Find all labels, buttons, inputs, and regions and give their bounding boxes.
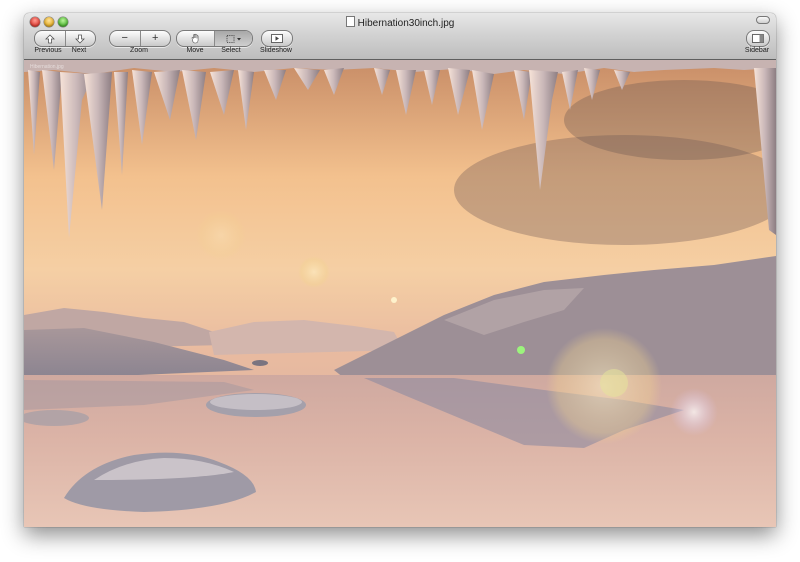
lens-flare	[196, 210, 246, 260]
zoom-in-button[interactable]: +	[139, 31, 171, 46]
sidebar-button-face	[747, 31, 769, 46]
move-button[interactable]	[177, 31, 214, 46]
distant-rock	[252, 360, 268, 366]
window-title-text: Hibernation30inch.jpg	[357, 18, 455, 29]
slideshow-button-face	[262, 31, 292, 46]
zoom-label: Zoom	[130, 47, 148, 54]
toolbar: Hibernation30inch.jpg Previous Next − + …	[24, 13, 776, 60]
select-button[interactable]	[214, 31, 252, 46]
sun-spot	[391, 297, 397, 303]
sidebar-label: Sidebar	[744, 47, 770, 54]
lens-flare-violet	[670, 388, 718, 436]
lens-flare-core	[600, 369, 628, 397]
image-view[interactable]: Hibernation.jpg	[24, 60, 776, 527]
marquee-select-icon	[226, 34, 241, 43]
document-icon	[345, 16, 355, 27]
window-title: Hibernation30inch.jpg	[24, 16, 776, 29]
toolbar-toggle-button[interactable]	[756, 16, 770, 24]
slideshow-label: Slideshow	[260, 47, 292, 54]
zoom-control: − +	[109, 30, 171, 47]
previous-label: Previous	[34, 47, 62, 54]
photo-canvas	[24, 60, 776, 527]
move-label: Move	[186, 47, 204, 54]
select-label: Select	[221, 47, 241, 54]
green-flare	[517, 346, 525, 354]
preview-window: Hibernation30inch.jpg Previous Next − + …	[24, 13, 776, 527]
play-screen-icon	[271, 34, 283, 43]
floating-rock	[210, 394, 302, 410]
image-watermark: Hibernation.jpg	[30, 64, 64, 70]
down-arrow-icon	[75, 34, 86, 44]
previous-button[interactable]	[35, 31, 65, 46]
next-button[interactable]	[64, 31, 96, 46]
lens-flare	[298, 256, 330, 288]
hand-icon	[191, 33, 199, 44]
next-label: Next	[71, 47, 87, 54]
zoom-out-button[interactable]: −	[110, 31, 140, 46]
previous-next-control	[34, 30, 96, 47]
sidebar-icon	[752, 34, 764, 43]
sidebar-button[interactable]	[746, 30, 770, 47]
slideshow-button[interactable]	[261, 30, 293, 47]
tool-mode-control	[176, 30, 253, 47]
up-arrow-icon	[44, 33, 55, 43]
